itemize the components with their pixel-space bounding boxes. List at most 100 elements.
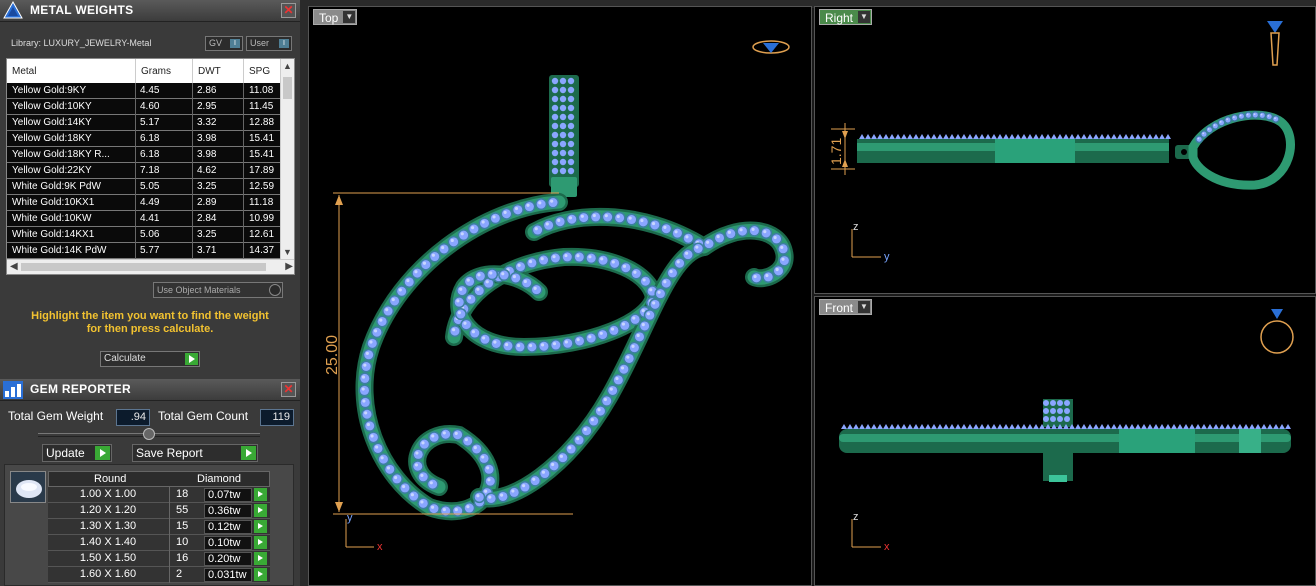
gem bbox=[364, 350, 374, 360]
gem-highlight bbox=[640, 218, 644, 223]
round-gem-thumbnail-icon[interactable] bbox=[10, 471, 46, 503]
gem-reporter-titlebar[interactable]: GEM REPORTER ✕ bbox=[0, 379, 300, 401]
metal-table-hscroll[interactable]: ◀ ▶ bbox=[7, 259, 294, 274]
save-report-button[interactable]: Save Report bbox=[132, 444, 258, 462]
metal-row[interactable]: White Gold:9K PdW 5.05 3.25 12.59 bbox=[7, 179, 281, 195]
front-view-label[interactable]: Front ▼ bbox=[819, 299, 873, 315]
front-gem bbox=[1285, 424, 1291, 429]
hscroll-thumb[interactable] bbox=[21, 263, 266, 271]
gem-highlight bbox=[576, 437, 580, 441]
chevron-down-icon[interactable]: ▼ bbox=[858, 301, 871, 313]
front-gem bbox=[1009, 424, 1015, 429]
gem-highlight bbox=[568, 446, 572, 450]
gem bbox=[456, 309, 466, 319]
gem-row[interactable]: 1.60 X 1.60 2 0.031tw bbox=[48, 567, 270, 583]
col-dwt[interactable]: DWT bbox=[198, 66, 221, 77]
bail-gem bbox=[559, 95, 567, 103]
gem bbox=[551, 340, 561, 350]
update-button[interactable]: Update bbox=[42, 444, 112, 462]
vscroll-thumb[interactable] bbox=[283, 77, 292, 99]
gem-highlight bbox=[369, 340, 373, 344]
gem-highlight bbox=[500, 493, 504, 497]
play-icon[interactable] bbox=[254, 520, 267, 533]
use-object-materials-toggle[interactable]: Use Object Materials bbox=[153, 282, 283, 298]
gem bbox=[515, 262, 525, 272]
gem-highlight bbox=[1226, 118, 1229, 121]
metal-weights-titlebar[interactable]: METAL WEIGHTS ✕ bbox=[0, 0, 300, 22]
gem-reporter-logo-icon bbox=[3, 381, 23, 399]
gem-row[interactable]: 1.30 X 1.30 15 0.12tw bbox=[48, 519, 270, 535]
metal-weights-close-icon[interactable]: ✕ bbox=[281, 3, 296, 18]
bail-gem bbox=[551, 140, 559, 148]
gem-reporter-close-icon[interactable]: ✕ bbox=[281, 382, 296, 397]
chevron-down-icon[interactable]: ▼ bbox=[343, 11, 356, 23]
gem-highlight bbox=[739, 228, 743, 232]
gem-slider[interactable] bbox=[38, 428, 260, 440]
front-gem bbox=[949, 424, 955, 429]
top-view-model: 25.00 y x bbox=[324, 40, 794, 553]
play-icon[interactable] bbox=[254, 536, 267, 549]
gem bbox=[667, 268, 677, 278]
gem bbox=[474, 286, 484, 296]
metal-row[interactable]: White Gold:10KW 4.41 2.84 10.99 bbox=[7, 211, 281, 227]
front-gem bbox=[1153, 424, 1159, 429]
side-gem bbox=[1087, 134, 1093, 139]
gem-highlight bbox=[552, 255, 556, 259]
scroll-down-icon[interactable]: ▼ bbox=[283, 247, 292, 257]
chevron-down-icon[interactable]: ▼ bbox=[858, 11, 871, 23]
metal-row[interactable]: Yellow Gold:22KY 7.18 4.62 17.89 bbox=[7, 163, 281, 179]
gv-toggle[interactable]: GV I bbox=[205, 36, 243, 51]
top-view-label[interactable]: Top ▼ bbox=[313, 9, 358, 25]
metal-row[interactable]: Yellow Gold:18KY R... 6.18 3.98 15.41 bbox=[7, 147, 281, 163]
metal-row[interactable]: Yellow Gold:14KY 5.17 3.32 12.88 bbox=[7, 115, 281, 131]
gem-highlight bbox=[540, 343, 545, 347]
col-spg[interactable]: SPG bbox=[249, 66, 270, 77]
front-gem bbox=[901, 424, 907, 429]
play-icon[interactable] bbox=[254, 568, 267, 581]
gem-highlight bbox=[489, 271, 493, 275]
calculate-button[interactable]: Calculate bbox=[100, 351, 200, 367]
save-report-label: Save Report bbox=[136, 446, 203, 460]
metal-row[interactable]: Yellow Gold:18KY 6.18 3.98 15.41 bbox=[7, 131, 281, 147]
metal-row[interactable]: White Gold:14KX1 5.06 3.25 12.61 bbox=[7, 227, 281, 243]
gem-highlight bbox=[632, 316, 636, 320]
gem bbox=[539, 341, 549, 351]
scroll-right-icon[interactable]: ▶ bbox=[285, 261, 293, 272]
gem-row[interactable]: 1.50 X 1.50 16 0.20tw bbox=[48, 551, 270, 567]
top-viewport[interactable]: 25.00 y x Top ▼ bbox=[308, 6, 812, 586]
front-gem bbox=[979, 424, 985, 429]
front-viewport[interactable]: zx Front ▼ bbox=[814, 296, 1316, 586]
metal-row[interactable]: Yellow Gold:10KY 4.60 2.95 11.45 bbox=[7, 99, 281, 115]
gem bbox=[520, 482, 530, 492]
gem bbox=[586, 253, 596, 263]
col-grams[interactable]: Grams bbox=[141, 66, 171, 77]
front-view-label-text: Front bbox=[825, 301, 854, 315]
front-hook-end bbox=[1049, 475, 1067, 482]
scroll-left-icon[interactable]: ◀ bbox=[10, 261, 18, 272]
metal-row[interactable]: White Gold:14K PdW 5.77 3.71 14.37 bbox=[7, 243, 281, 259]
gem-row[interactable]: 1.20 X 1.20 55 0.36tw bbox=[48, 503, 270, 519]
col-metal[interactable]: Metal bbox=[12, 66, 36, 77]
front-gem bbox=[1231, 424, 1237, 429]
play-icon[interactable] bbox=[254, 504, 267, 517]
scroll-up-icon[interactable]: ▲ bbox=[283, 61, 292, 71]
metal-row[interactable]: Yellow Gold:9KY 4.45 2.86 11.08 bbox=[7, 83, 281, 99]
metal-row[interactable]: White Gold:10KX1 4.49 2.89 11.18 bbox=[7, 195, 281, 211]
slider-knob[interactable] bbox=[143, 428, 155, 440]
play-icon[interactable] bbox=[254, 488, 267, 501]
right-view-label[interactable]: Right ▼ bbox=[819, 9, 873, 25]
gem-row[interactable]: 1.40 X 1.40 10 0.10tw bbox=[48, 535, 270, 551]
gem-highlight bbox=[481, 220, 485, 224]
viewport-frame bbox=[300, 0, 308, 586]
gem bbox=[779, 256, 789, 266]
play-icon[interactable] bbox=[254, 552, 267, 565]
gem-highlight bbox=[1207, 128, 1210, 130]
bail-gem bbox=[551, 167, 559, 175]
gem-highlight bbox=[1202, 132, 1205, 135]
gem-row[interactable]: 1.00 X 1.00 18 0.07tw bbox=[48, 487, 270, 503]
user-toggle[interactable]: User I bbox=[246, 36, 292, 51]
right-viewport[interactable]: 1.71 z y Right ▼ bbox=[814, 6, 1316, 294]
metal-table[interactable]: Metal Grams DWT SPG Yellow Gold:9KY 4.45 2… bbox=[6, 58, 295, 275]
gem bbox=[602, 396, 612, 406]
metal-table-vscroll[interactable]: ▲ ▼ bbox=[280, 59, 294, 259]
